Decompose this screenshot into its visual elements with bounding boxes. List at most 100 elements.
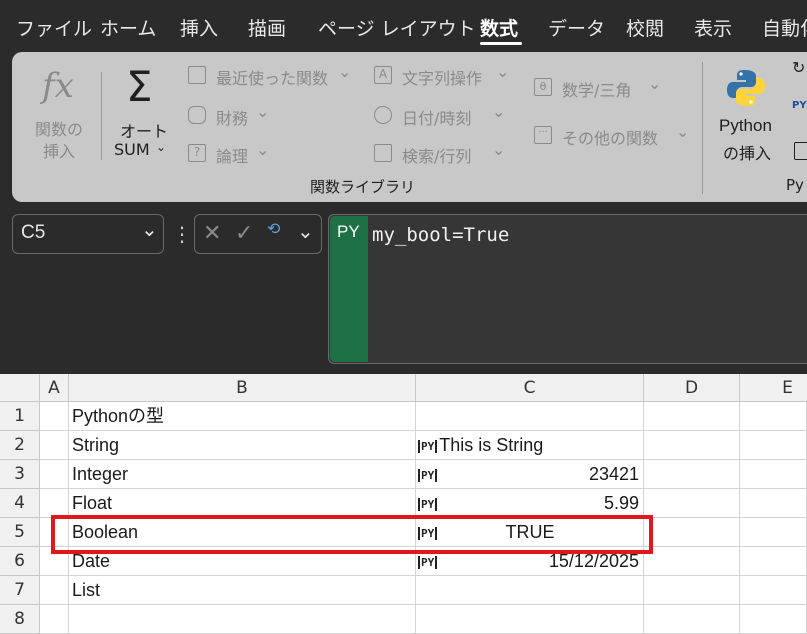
cell-a3[interactable] bbox=[40, 460, 69, 489]
row-header-6[interactable]: 6 bbox=[0, 547, 40, 576]
row-header-4[interactable]: 4 bbox=[0, 489, 40, 518]
cancel-icon[interactable]: ✕ bbox=[203, 221, 221, 246]
tab-data[interactable]: データ bbox=[548, 14, 605, 41]
math-label: 数学/三角 bbox=[562, 81, 632, 100]
financial-dropdown[interactable]: 財務 ⌄ bbox=[188, 102, 278, 130]
row-header-2[interactable]: 2 bbox=[0, 431, 40, 460]
menu-bar: ファイル ホーム 挿入 描画 ページ レイアウト 数式 データ 校閲 表示 自動… bbox=[0, 0, 807, 50]
cell-c4[interactable]: PY 5.99 bbox=[416, 489, 644, 518]
chevron-down-icon[interactable]: ⌄ bbox=[141, 217, 158, 241]
cell-a1[interactable] bbox=[40, 402, 69, 431]
cell-c2-value: This is String bbox=[439, 435, 544, 455]
star-icon bbox=[188, 66, 206, 84]
autosum-label-1: オート bbox=[120, 122, 169, 141]
cell-d5[interactable] bbox=[644, 518, 740, 547]
more-functions-dropdown[interactable]: ··· その他の関数 ⌄ bbox=[534, 122, 694, 150]
cell-a7[interactable] bbox=[40, 576, 69, 605]
cell-c8[interactable] bbox=[416, 605, 644, 634]
chevron-down-icon: ⌄ bbox=[256, 102, 270, 121]
math-dropdown[interactable]: θ 数学/三角 ⌄ bbox=[534, 74, 684, 102]
cell-c3-value: 23421 bbox=[588, 464, 639, 484]
cell-b4[interactable]: Float bbox=[69, 489, 416, 518]
cell-d1[interactable] bbox=[644, 402, 740, 431]
cell-c2[interactable]: PY This is String bbox=[416, 431, 644, 460]
chevron-down-icon[interactable]: ⌄ bbox=[297, 219, 314, 243]
logical-dropdown[interactable]: ? 論理 ⌄ bbox=[188, 140, 278, 168]
column-header-d[interactable]: D bbox=[644, 374, 740, 402]
row-header-5[interactable]: 5 bbox=[0, 518, 40, 547]
autosum-button[interactable]: Σ オート SUM ⌄ bbox=[108, 62, 178, 162]
column-header-e[interactable]: E bbox=[740, 374, 807, 402]
python-type-icon[interactable]: ⟲ bbox=[267, 219, 280, 238]
cell-c1[interactable] bbox=[416, 402, 644, 431]
cell-c3[interactable]: PY 23421 bbox=[416, 460, 644, 489]
text-a-icon: A bbox=[374, 66, 392, 84]
insert-function-button[interactable]: fx 関数の 挿入 bbox=[26, 62, 96, 162]
chevron-down-icon: ⌄ bbox=[338, 62, 352, 81]
cell-a8[interactable] bbox=[40, 605, 69, 634]
text-dropdown[interactable]: A 文字列操作 ⌄ bbox=[374, 62, 524, 90]
tab-insert[interactable]: 挿入 bbox=[180, 14, 218, 41]
cell-b3[interactable]: Integer bbox=[69, 460, 416, 489]
column-header-c[interactable]: C bbox=[416, 374, 644, 402]
chevron-down-icon: ⌄ bbox=[492, 102, 506, 121]
cell-d6[interactable] bbox=[644, 547, 740, 576]
formula-buttons: ✕ ✓ ⟲ ⌄ bbox=[194, 214, 322, 254]
cell-e5[interactable] bbox=[740, 518, 807, 547]
cell-a4[interactable] bbox=[40, 489, 69, 518]
name-box[interactable]: C5 ⌄ bbox=[12, 214, 164, 254]
cell-b2[interactable]: String bbox=[69, 431, 416, 460]
cell-d4[interactable] bbox=[644, 489, 740, 518]
diagnostics-icon[interactable] bbox=[794, 142, 807, 160]
cell-d8[interactable] bbox=[644, 605, 740, 634]
tab-formulas[interactable]: 数式 bbox=[480, 14, 518, 41]
cell-e1[interactable] bbox=[740, 402, 807, 431]
tab-view[interactable]: 表示 bbox=[694, 14, 732, 41]
select-all-corner[interactable] bbox=[0, 374, 40, 402]
cell-b1[interactable]: Pythonの型 bbox=[69, 402, 416, 431]
reset-icon[interactable]: ↻ bbox=[792, 58, 805, 77]
tab-review[interactable]: 校閲 bbox=[626, 14, 664, 41]
cell-b8[interactable] bbox=[69, 605, 416, 634]
cell-e3[interactable] bbox=[740, 460, 807, 489]
column-header-b[interactable]: B bbox=[69, 374, 416, 402]
chevron-down-icon: ⌄ bbox=[496, 62, 510, 81]
lookup-dropdown[interactable]: 検索/行列 ⌄ bbox=[374, 140, 524, 168]
tab-draw[interactable]: 描画 bbox=[248, 14, 286, 41]
cell-e2[interactable] bbox=[740, 431, 807, 460]
cell-e7[interactable] bbox=[740, 576, 807, 605]
cell-d2[interactable] bbox=[644, 431, 740, 460]
cell-a2[interactable] bbox=[40, 431, 69, 460]
tab-file[interactable]: ファイル bbox=[16, 14, 92, 41]
fx-icon: fx bbox=[42, 66, 74, 106]
cell-c7[interactable] bbox=[416, 576, 644, 605]
date-time-dropdown[interactable]: 日付/時刻 ⌄ bbox=[374, 102, 524, 130]
question-icon: ? bbox=[188, 144, 206, 162]
row-header-1[interactable]: 1 bbox=[0, 402, 40, 431]
row-header-7[interactable]: 7 bbox=[0, 576, 40, 605]
insert-function-label-1: 関数の bbox=[35, 120, 84, 139]
row-header-8[interactable]: 8 bbox=[0, 605, 40, 634]
more-options-icon[interactable]: ⋮ bbox=[172, 222, 192, 246]
cell-e6[interactable] bbox=[740, 547, 807, 576]
tab-page-layout[interactable]: ページ レイアウト bbox=[318, 14, 476, 41]
function-library-group-label: 関数ライブラリ bbox=[310, 178, 416, 196]
python-editor-icon[interactable]: PY bbox=[792, 100, 807, 111]
tab-home[interactable]: ホーム bbox=[100, 14, 156, 41]
tab-automate[interactable]: 自動化 bbox=[762, 14, 807, 41]
cell-e8[interactable] bbox=[740, 605, 807, 634]
python-insert-button[interactable]: Python の挿入 bbox=[712, 62, 786, 163]
confirm-icon[interactable]: ✓ bbox=[235, 221, 253, 246]
recently-used-dropdown[interactable]: 最近使った関数 ⌄ bbox=[188, 62, 358, 90]
cell-d3[interactable] bbox=[644, 460, 740, 489]
insert-function-label-2: 挿入 bbox=[43, 142, 76, 161]
column-header-a[interactable]: A bbox=[40, 374, 69, 402]
python-group-label: Py bbox=[786, 176, 804, 194]
cell-b7[interactable]: List bbox=[69, 576, 416, 605]
python-object-icon: PY bbox=[418, 555, 438, 569]
python-object-icon: PY bbox=[418, 497, 438, 511]
formula-text[interactable]: my_bool=True bbox=[372, 224, 509, 246]
cell-d7[interactable] bbox=[644, 576, 740, 605]
cell-e4[interactable] bbox=[740, 489, 807, 518]
row-header-3[interactable]: 3 bbox=[0, 460, 40, 489]
